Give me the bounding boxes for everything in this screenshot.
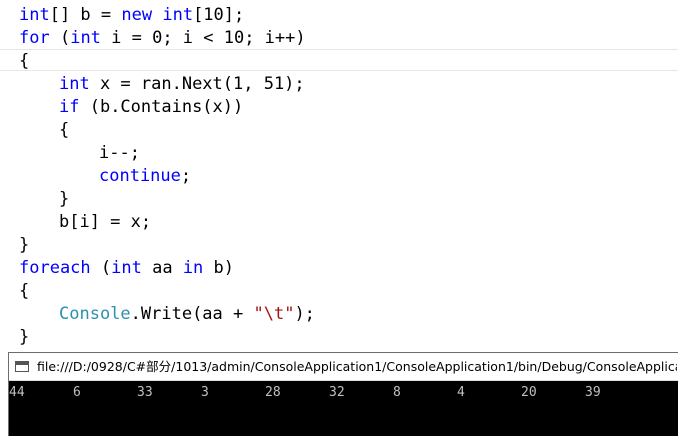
console-output: 44 6 33 3 28 32 8 4 20 39 (9, 381, 678, 436)
string-literal: "\t" (253, 304, 295, 324)
output-number: 28 (265, 385, 281, 400)
output-number: 3 (201, 385, 209, 400)
code-line-11: } (19, 234, 29, 257)
console-titlebar[interactable]: file:///D:/0928/C#部分/1013/admin/ConsoleA… (9, 353, 678, 381)
keyword: in (182, 258, 204, 278)
console-window-icon[interactable] (15, 361, 29, 372)
keyword: if (59, 97, 80, 117)
code-text: (b.Contains(x)) (79, 97, 244, 117)
type-name: Console (59, 304, 131, 324)
output-number: 39 (585, 385, 601, 400)
code-text: b[i] = x; (59, 212, 152, 232)
code-line-12: foreach (int aa in b) (19, 257, 234, 280)
keyword: continue (99, 166, 181, 186)
code-text: ( (49, 28, 71, 48)
code-text: b) (203, 258, 235, 278)
code-editor[interactable]: int[] b = new int[10]; for (int i = 0; i… (0, 0, 678, 350)
keyword: int (162, 5, 194, 25)
code-line-5: if (b.Contains(x)) (59, 96, 243, 119)
keyword: int (19, 5, 50, 25)
code-text: aa (141, 258, 183, 278)
code-line-10: b[i] = x; (59, 211, 151, 234)
code-text: { (19, 51, 30, 71)
code-text: } (59, 189, 70, 209)
output-number: 33 (137, 385, 153, 400)
code-line-14: Console.Write(aa + "\t"); (59, 303, 315, 326)
keyword: foreach (19, 258, 91, 278)
current-line-highlight (0, 49, 678, 71)
console-title: file:///D:/0928/C#部分/1013/admin/ConsoleA… (37, 359, 677, 374)
code-text: { (19, 281, 30, 301)
code-text: .Write(aa + (130, 304, 254, 324)
code-line-9: } (59, 188, 69, 211)
keyword: int (70, 28, 101, 48)
code-text: { (59, 120, 70, 140)
console-window[interactable]: file:///D:/0928/C#部分/1013/admin/ConsoleA… (8, 352, 678, 436)
output-number: 44 (9, 385, 25, 400)
output-number: 4 (457, 385, 465, 400)
output-number: 32 (329, 385, 345, 400)
code-line-15: } (19, 326, 29, 349)
code-line-1: int[] b = new int[10]; (19, 4, 244, 27)
code-text: i = 0; i < 10; i++) (100, 28, 306, 48)
code-text: [] b = (49, 5, 122, 25)
code-line-3: { (19, 50, 29, 73)
code-text: ); (294, 304, 315, 324)
code-line-2: for (int i = 0; i < 10; i++) (19, 27, 306, 50)
keyword: new (121, 5, 153, 25)
keyword: for (19, 28, 50, 48)
code-line-6: { (59, 119, 69, 142)
output-number: 6 (73, 385, 81, 400)
code-text: } (19, 327, 30, 347)
code-text: i--; (99, 143, 140, 163)
code-text: } (19, 235, 30, 255)
output-number: 8 (393, 385, 401, 400)
code-text: ( (90, 258, 112, 278)
code-line-8: continue; (99, 165, 191, 188)
code-text: ; (180, 166, 192, 186)
code-text: x = ran.Next(1, 51); (89, 74, 305, 94)
keyword: int (59, 74, 90, 94)
output-number: 20 (521, 385, 537, 400)
code-text: [10]; (193, 5, 245, 25)
code-line-4: int x = ran.Next(1, 51); (59, 73, 305, 96)
code-line-13: { (19, 280, 29, 303)
keyword: int (111, 258, 142, 278)
code-line-7: i--; (99, 142, 140, 165)
